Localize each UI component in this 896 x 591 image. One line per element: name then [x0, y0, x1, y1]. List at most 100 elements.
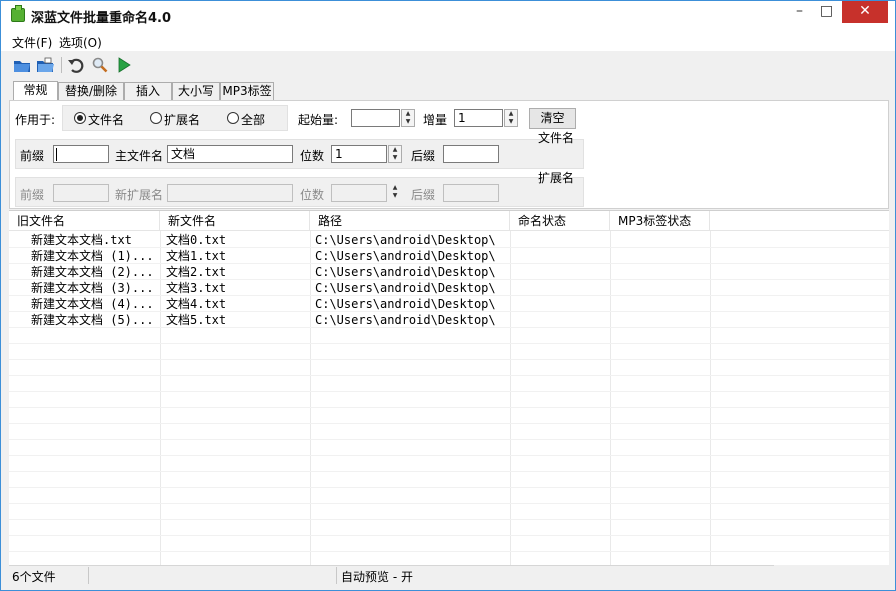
table-row[interactable]: 新建文本文档 (1)... 文档1.txt C:\Users\android\D… [9, 248, 889, 264]
close-button[interactable]: ✕ [842, 1, 888, 23]
old-filename-cell: 新建文本文档 (4)... [31, 297, 154, 311]
row-grid-line [9, 455, 889, 456]
row-grid-line [9, 343, 889, 344]
text-caret [56, 148, 57, 161]
column-new-name[interactable]: 新文件名 [160, 211, 310, 231]
row-grid-line [9, 487, 889, 488]
filename-group-caption: 文件名 [538, 131, 575, 145]
file-count-status: 6个文件 [12, 570, 56, 584]
table-row[interactable]: 新建文本文档 (2)... 文档2.txt C:\Users\android\D… [9, 264, 889, 280]
filename-suffix-label: 后缀 [411, 149, 436, 163]
path-cell: C:\Users\android\Desktop\ [315, 265, 496, 279]
digits-spinner[interactable]: ▲ ▼ [388, 145, 402, 163]
tab-mp3-tags[interactable]: MP3标签 [220, 82, 274, 101]
new-filename-cell: 文档3.txt [166, 281, 227, 295]
list-header: 旧文件名 新文件名 路径 命名状态 MP3标签状态 [9, 211, 889, 231]
row-grid-line [9, 391, 889, 392]
old-filename-cell: 新建文本文档.txt [31, 233, 132, 247]
radio-extension[interactable] [150, 112, 162, 124]
file-list[interactable]: 旧文件名 新文件名 路径 命名状态 MP3标签状态 新建文本文档.txt 文档0… [9, 210, 889, 565]
main-filename-label: 主文件名 [115, 149, 164, 163]
menu-file[interactable]: 文件(F) [12, 34, 52, 51]
ext-digits-input [331, 184, 387, 202]
path-cell: C:\Users\android\Desktop\ [315, 233, 496, 247]
row-grid-line [9, 375, 889, 376]
status-bar: 6个文件 自动预览 - 开 [9, 565, 774, 585]
start-value-spinner[interactable]: ▲ ▼ [401, 109, 415, 127]
row-grid-line [9, 471, 889, 472]
radio-all[interactable] [227, 112, 239, 124]
path-cell: C:\Users\android\Desktop\ [315, 313, 496, 327]
apply-to-label: 作用于: [15, 113, 56, 127]
open-folder-icon[interactable] [13, 56, 31, 74]
ext-digits-spinner: ▲ ▼ [392, 184, 398, 199]
filename-prefix-label: 前缀 [20, 149, 45, 163]
radio-filename-label: 文件名 [88, 113, 125, 127]
increment-label: 增量 [423, 113, 448, 127]
path-cell: C:\Users\android\Desktop\ [315, 281, 496, 295]
main-filename-input[interactable]: 文档 [167, 145, 293, 163]
old-filename-cell: 新建文本文档 (1)... [31, 249, 154, 263]
column-rename-status[interactable]: 命名状态 [510, 211, 610, 231]
column-path[interactable]: 路径 [310, 211, 510, 231]
table-row[interactable]: 新建文本文档.txt 文档0.txt C:\Users\android\Desk… [9, 232, 889, 248]
radio-filename[interactable] [74, 112, 86, 124]
window-title: 深蓝文件批量重命名4.0 [31, 11, 172, 26]
row-grid-line [9, 535, 889, 536]
run-icon[interactable] [115, 56, 133, 74]
row-grid-line [9, 407, 889, 408]
table-row[interactable]: 新建文本文档 (4)... 文档4.txt C:\Users\android\D… [9, 296, 889, 312]
digits-input[interactable]: 1 [331, 145, 387, 163]
ext-suffix-input [443, 184, 499, 202]
app-logo-icon [11, 5, 25, 22]
table-row[interactable]: 新建文本文档 (5)... 文档5.txt C:\Users\android\D… [9, 312, 889, 328]
increment-input[interactable]: 1 [454, 109, 503, 127]
ext-digits-label: 位数 [300, 188, 325, 202]
toolbar-separator [61, 57, 62, 73]
row-grid-line [9, 439, 889, 440]
menu-options[interactable]: 选项(O) [59, 34, 102, 51]
tab-insert[interactable]: 插入 [124, 82, 172, 101]
filename-prefix-input[interactable] [53, 145, 109, 163]
row-grid-line [9, 519, 889, 520]
new-filename-cell: 文档4.txt [166, 297, 227, 311]
tab-case[interactable]: 大小写 [172, 82, 220, 101]
app-window: 深蓝文件批量重命名4.0 – □ ✕ 文件(F) 选项(O) 常规 替换/删除 … [0, 0, 896, 591]
minimize-button[interactable]: – [786, 1, 813, 23]
new-filename-cell: 文档1.txt [166, 249, 227, 263]
new-filename-cell: 文档5.txt [166, 313, 227, 327]
tab-replace-delete[interactable]: 替换/删除 [58, 82, 124, 101]
increment-spinner[interactable]: ▲ ▼ [504, 109, 518, 127]
radio-all-label: 全部 [241, 113, 266, 127]
radio-extension-label: 扩展名 [164, 113, 201, 127]
auto-preview-status: 自动预览 - 开 [341, 570, 413, 584]
start-value-input[interactable] [351, 109, 400, 127]
ext-prefix-input [53, 184, 109, 202]
table-row[interactable]: 新建文本文档 (3)... 文档3.txt C:\Users\android\D… [9, 280, 889, 296]
start-value-label: 起始量: [298, 113, 339, 127]
new-filename-cell: 文档0.txt [166, 233, 227, 247]
clear-button[interactable]: 清空 [529, 108, 576, 129]
path-cell: C:\Users\android\Desktop\ [315, 249, 496, 263]
filename-suffix-input[interactable] [443, 145, 499, 163]
maximize-button[interactable]: □ [813, 1, 840, 23]
tab-general[interactable]: 常规 [13, 81, 58, 101]
row-grid-line [9, 551, 889, 552]
digits-label: 位数 [300, 149, 325, 163]
new-extension-input [167, 184, 293, 202]
new-extension-label: 新扩展名 [115, 188, 164, 202]
old-filename-cell: 新建文本文档 (2)... [31, 265, 154, 279]
status-divider [336, 567, 337, 584]
title-bar: 深蓝文件批量重命名4.0 – □ ✕ [1, 1, 895, 31]
status-divider [88, 567, 89, 584]
search-icon[interactable] [91, 56, 109, 74]
open-file-icon[interactable] [36, 56, 54, 74]
old-filename-cell: 新建文本文档 (3)... [31, 281, 154, 295]
new-filename-cell: 文档2.txt [166, 265, 227, 279]
toolbar [1, 51, 895, 79]
row-grid-line [9, 359, 889, 360]
undo-icon[interactable] [67, 56, 85, 74]
column-mp3-status[interactable]: MP3标签状态 [610, 211, 710, 231]
column-old-name[interactable]: 旧文件名 [9, 211, 160, 231]
row-grid-line [9, 423, 889, 424]
